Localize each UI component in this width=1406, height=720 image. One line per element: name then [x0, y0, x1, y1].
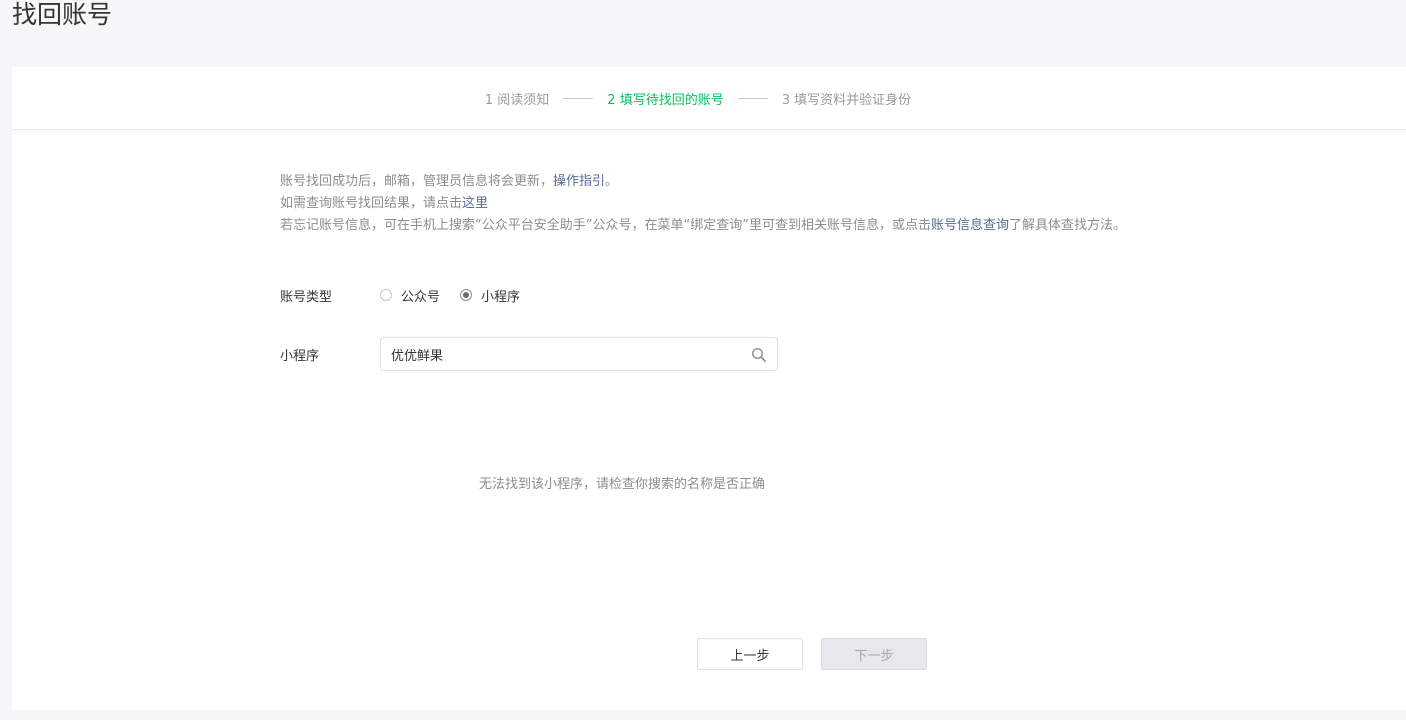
notice-line-2: 如需查询账号找回结果，请点击这里 [280, 193, 1126, 215]
prev-step-button[interactable]: 上一步 [697, 638, 803, 670]
account-type-row: 账号类型 公众号 小程序 [280, 283, 540, 307]
notice-line-3-text: 若忘记账号信息，可在手机上搜索“公众平台安全助手”公众号，在菜单“绑定查询”里可… [280, 218, 931, 233]
operation-guide-link[interactable]: 操作指引 [553, 174, 605, 189]
step-indicator: 1 阅读须知 2 填写待找回的账号 3 填写资料并验证身份 [12, 67, 1406, 130]
step-separator [737, 97, 768, 99]
mini-program-label: 小程序 [280, 348, 320, 364]
search-icon[interactable] [751, 347, 767, 363]
step-1: 1 阅读须知 [484, 92, 550, 108]
page-title: 找回账号 [12, 0, 113, 29]
mini-program-search-box[interactable] [380, 337, 778, 371]
radio-mini-program-label: 小程序 [481, 289, 521, 305]
radio-circle-icon[interactable] [380, 289, 392, 301]
mini-program-search-input[interactable] [381, 339, 741, 369]
here-link[interactable]: 这里 [462, 196, 488, 211]
mini-program-row: 小程序 [280, 336, 778, 372]
notice-line-1-end: 。 [605, 174, 619, 189]
step-2: 2 填写待找回的账号 [607, 92, 724, 108]
account-info-query-link[interactable]: 账号信息查询 [931, 218, 1009, 233]
notice-line-3: 若忘记账号信息，可在手机上搜索“公众平台安全助手”公众号，在菜单“绑定查询”里可… [280, 215, 1126, 237]
main-card: 1 阅读须知 2 填写待找回的账号 3 填写资料并验证身份 账号找回成功后，邮箱… [12, 67, 1406, 710]
step-3: 3 填写资料并验证身份 [781, 92, 912, 108]
radio-official-account[interactable]: 公众号 [380, 286, 440, 305]
notice-line-2-text: 如需查询账号找回结果，请点击 [280, 196, 463, 211]
search-empty-message: 无法找到该小程序，请检查你搜索的名称是否正确 [478, 477, 765, 492]
account-type-label: 账号类型 [280, 289, 333, 305]
notice-line-3-end: 了解具体查找方法。 [1008, 218, 1126, 233]
notice-line-1-text: 账号找回成功后，邮箱，管理员信息将会更新， [280, 174, 554, 189]
radio-mini-program[interactable]: 小程序 [460, 286, 520, 305]
step-separator [563, 97, 594, 99]
radio-official-account-label: 公众号 [401, 289, 441, 305]
notice-line-1: 账号找回成功后，邮箱，管理员信息将会更新，操作指引。 [280, 171, 1126, 193]
notice-text: 账号找回成功后，邮箱，管理员信息将会更新，操作指引。 如需查询账号找回结果，请点… [280, 171, 1126, 237]
radio-checked-icon[interactable] [460, 289, 473, 301]
next-step-button[interactable]: 下一步 [821, 638, 927, 670]
